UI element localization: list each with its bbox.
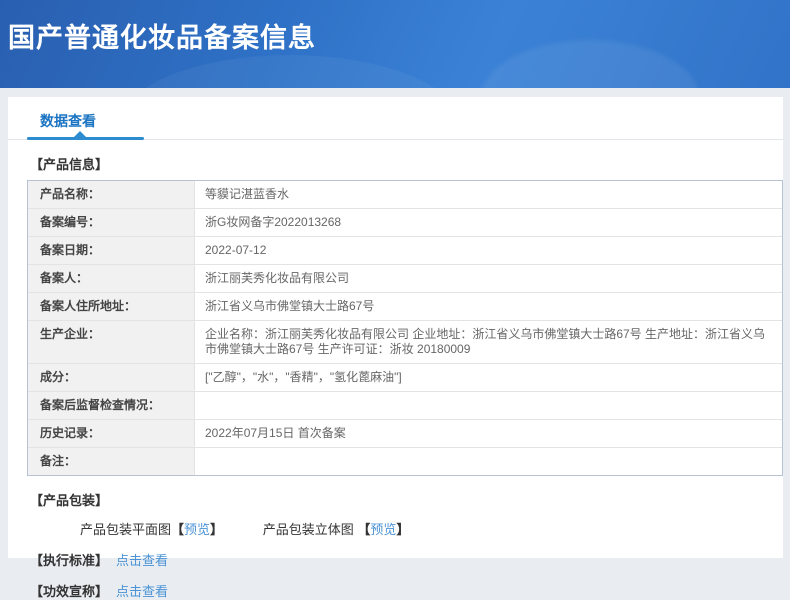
table-row-registrant: 备案人： 浙江丽芙秀化妆品有限公司: [28, 265, 782, 293]
row-label: 备案日期：: [28, 237, 195, 264]
row-label: 生产企业：: [28, 321, 195, 363]
row-value: 浙江省义乌市佛堂镇大士路67号: [205, 299, 375, 313]
page-title: 国产普通化妆品备案信息: [8, 23, 316, 53]
tab-active-indicator: [27, 137, 144, 140]
packaging-stereo-item: 产品包装立体图 【预览】: [263, 522, 410, 537]
section-efficacy-title: 【功效宣称】: [30, 584, 109, 599]
row-value: 浙江丽芙秀化妆品有限公司: [205, 271, 350, 285]
row-value: 等貘记湛蓝香水: [205, 187, 290, 201]
packaging-flat-item: 产品包装平面图【预览】: [80, 522, 223, 537]
table-row-registrant-address: 备案人住所地址： 浙江省义乌市佛堂镇大士路67号: [28, 293, 782, 321]
row-value: [195, 448, 782, 475]
standard-line: 【执行标准】 点击查看: [30, 550, 783, 569]
standard-view-link[interactable]: 点击查看: [116, 553, 168, 568]
bracket-close: 】: [396, 522, 410, 537]
page-banner: 国产普通化妆品备案信息: [0, 0, 790, 88]
table-row-ingredients: 成分： ["乙醇"，"水"，"香精"，"氢化蓖麻油"]: [28, 364, 782, 392]
packaging-stereo-preview-link[interactable]: 预览: [370, 522, 396, 537]
packaging-previews: 产品包装平面图【预览】 产品包装立体图 【预览】: [80, 519, 783, 538]
tab-bar: 数据查看: [8, 97, 783, 140]
content-card: 数据查看 【产品信息】 产品名称： 等貘记湛蓝香水 备案编号： 浙G妆网备字20…: [8, 97, 783, 599]
table-row-manufacturer: 生产企业： 企业名称：浙江丽芙秀化妆品有限公司 企业地址：浙江省义乌市佛堂镇大士…: [28, 321, 782, 364]
row-value: 浙G妆网备字2022013268: [205, 215, 342, 229]
product-info-table: 产品名称： 等貘记湛蓝香水 备案编号： 浙G妆网备字2022013268 备案日…: [27, 180, 783, 476]
efficacy-line: 【功效宣称】 点击查看: [30, 581, 783, 600]
row-value: 企业名称：浙江丽芙秀化妆品有限公司 企业地址：浙江省义乌市佛堂镇大士路67号 生…: [205, 327, 766, 356]
table-row-history: 历史记录： 2022年07月15日 首次备案: [28, 420, 782, 448]
row-label: 备案编号：: [28, 209, 195, 236]
bracket-open: 【: [357, 522, 371, 537]
section-standard-title: 【执行标准】: [30, 553, 109, 568]
table-row-remarks: 备注：: [28, 448, 782, 475]
packaging-stereo-label: 产品包装立体图: [262, 522, 354, 537]
row-label: 备案人住所地址：: [28, 293, 195, 320]
bracket-open: 【: [171, 522, 185, 537]
table-row-registration-date: 备案日期： 2022-07-12: [28, 237, 782, 265]
row-value: 2022年07月15日 首次备案: [205, 426, 346, 440]
row-label: 备注：: [28, 448, 195, 475]
section-packaging-title: 【产品包装】: [30, 493, 109, 508]
efficacy-view-link[interactable]: 点击查看: [116, 584, 168, 599]
packaging-flat-label: 产品包装平面图: [80, 522, 172, 537]
row-label: 历史记录：: [28, 420, 195, 447]
packaging-flat-preview-link[interactable]: 预览: [184, 522, 210, 537]
row-value: [195, 392, 782, 419]
section-product-info-title: 【产品信息】: [30, 157, 109, 172]
row-label: 备案人：: [28, 265, 195, 292]
bracket-close: 】: [210, 522, 224, 537]
table-row-supervision: 备案后监督检查情况：: [28, 392, 782, 420]
row-label: 备案后监督检查情况：: [28, 392, 195, 419]
table-row-product-name: 产品名称： 等貘记湛蓝香水: [28, 181, 782, 209]
row-value: ["乙醇"，"水"，"香精"，"氢化蓖麻油"]: [205, 370, 402, 384]
tab-data-view[interactable]: 数据查看: [40, 111, 96, 131]
row-label: 产品名称：: [28, 181, 195, 208]
row-label: 成分：: [28, 364, 195, 391]
row-value: 2022-07-12: [205, 243, 267, 257]
table-row-registration-number: 备案编号： 浙G妆网备字2022013268: [28, 209, 782, 237]
